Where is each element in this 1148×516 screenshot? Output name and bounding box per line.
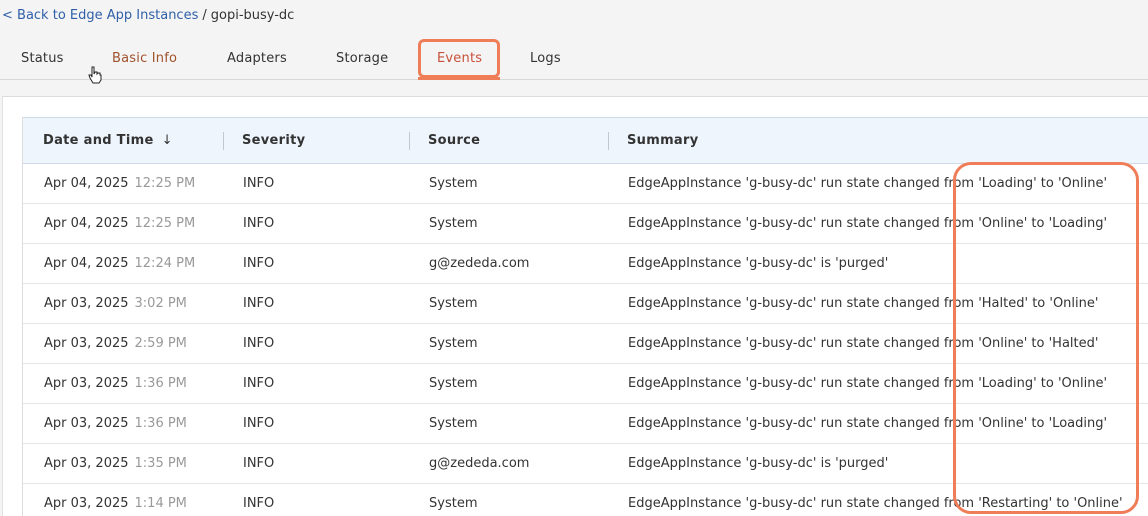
tab-bar: Status Basic Info Adapters Storage Event… [0,40,1148,80]
cell-summary: EdgeAppInstance 'g-busy-dc' run state ch… [628,176,1108,191]
cell-source: System [429,336,478,351]
cell-severity: INFO [243,216,275,231]
cell-time: 1:35 PM [134,456,187,471]
back-link[interactable]: < Back to Edge App Instances [2,8,198,23]
app-root: < Back to Edge App Instances / gopi-busy… [0,0,1148,516]
cell-date: Apr 03, 2025 [44,416,129,431]
cell-time: 12:25 PM [134,216,196,231]
sort-down-icon[interactable]: ↓ [162,133,173,148]
cell-severity: INFO [243,456,275,471]
column-header-summary[interactable]: Summary [627,133,698,148]
table-row[interactable]: Apr 03, 2025 3:02 PM INFO System EdgeAppInst… [23,284,1148,324]
cell-date: Apr 03, 2025 [44,496,129,511]
cell-summary: EdgeAppInstance 'g-busy-dc' run state ch… [628,416,1108,431]
column-header-date[interactable]: Date and Time ↓ [43,133,173,148]
cell-source: System [429,296,478,311]
cell-source: System [429,176,478,191]
cell-date: Apr 03, 2025 [44,336,129,351]
cell-severity: INFO [243,256,275,271]
cell-summary: EdgeAppInstance 'g-busy-dc' run state ch… [628,296,1099,311]
cell-date: Apr 04, 2025 [44,176,129,191]
table-row[interactable]: Apr 03, 2025 1:14 PM INFO System EdgeAppInst… [23,484,1148,516]
cell-source: System [429,216,478,231]
cell-datetime: Apr 03, 2025 1:14 PM [44,496,187,511]
cell-datetime: Apr 03, 2025 3:02 PM [44,296,187,311]
cell-datetime: Apr 03, 2025 1:36 PM [44,416,187,431]
table-row[interactable]: Apr 03, 2025 1:36 PM INFO System EdgeAppInst… [23,364,1148,404]
cell-severity: INFO [243,176,275,191]
table-header: Date and Time ↓ Severity Source Summary [23,117,1148,164]
cell-source: System [429,376,478,391]
cell-summary: EdgeAppInstance 'g-busy-dc' run state ch… [628,376,1108,391]
table-row[interactable]: Apr 03, 2025 1:36 PM INFO System EdgeAppInst… [23,404,1148,444]
cell-time: 1:36 PM [134,416,187,431]
tab-basic-info[interactable]: Basic Info [112,51,177,66]
cell-summary: EdgeAppInstance 'g-busy-dc' is 'purged' [628,456,889,471]
cell-time: 12:25 PM [134,176,196,191]
column-divider [223,132,224,150]
table-row[interactable]: Apr 04, 2025 12:25 PM INFO System EdgeAppIns… [23,204,1148,244]
tab-adapters[interactable]: Adapters [227,51,287,66]
cell-time: 1:36 PM [134,376,187,391]
tab-events[interactable]: Events [437,51,482,66]
cell-datetime: Apr 03, 2025 1:35 PM [44,456,187,471]
tab-logs[interactable]: Logs [530,51,561,66]
cell-date: Apr 03, 2025 [44,456,129,471]
cell-datetime: Apr 04, 2025 12:25 PM [44,216,195,231]
cell-severity: INFO [243,336,275,351]
table-row[interactable]: Apr 04, 2025 12:24 PM INFO g@zededa.com Edge… [23,244,1148,284]
cell-datetime: Apr 03, 2025 2:59 PM [44,336,187,351]
tab-status[interactable]: Status [21,51,64,66]
breadcrumb: < Back to Edge App Instances / gopi-busy… [2,8,294,23]
column-divider [409,132,410,150]
cell-datetime: Apr 03, 2025 1:36 PM [44,376,187,391]
table-row[interactable]: Apr 04, 2025 12:25 PM INFO System EdgeAppIns… [23,164,1148,204]
breadcrumb-separator: / [202,8,207,23]
cell-summary: EdgeAppInstance 'g-busy-dc' run state ch… [628,336,1099,351]
column-header-date-label: Date and Time [43,133,154,148]
tab-storage[interactable]: Storage [336,51,388,66]
cell-source: System [429,416,478,431]
cell-summary: EdgeAppInstance 'g-busy-dc' run state ch… [628,496,1123,511]
cell-time: 12:24 PM [134,256,196,271]
cell-date: Apr 03, 2025 [44,296,129,311]
cell-severity: INFO [243,296,275,311]
column-header-severity[interactable]: Severity [242,133,305,148]
active-tab-indicator [418,77,500,80]
cell-severity: INFO [243,416,275,431]
cell-severity: INFO [243,376,275,391]
cell-source: System [429,496,478,511]
cell-source: g@zededa.com [429,256,530,271]
cell-time: 3:02 PM [134,296,187,311]
cell-source: g@zededa.com [429,456,530,471]
column-divider [608,132,609,150]
column-header-source[interactable]: Source [428,133,480,148]
table-row[interactable]: Apr 03, 2025 1:35 PM INFO g@zededa.com EdgeA… [23,444,1148,484]
cell-summary: EdgeAppInstance 'g-busy-dc' is 'purged' [628,256,889,271]
cell-date: Apr 03, 2025 [44,376,129,391]
table-row[interactable]: Apr 03, 2025 2:59 PM INFO System EdgeAppInst… [23,324,1148,364]
cell-time: 1:14 PM [134,496,187,511]
cell-date: Apr 04, 2025 [44,216,129,231]
cell-time: 2:59 PM [134,336,187,351]
cell-datetime: Apr 04, 2025 12:25 PM [44,176,195,191]
hand-cursor-icon [88,66,102,84]
cell-date: Apr 04, 2025 [44,256,129,271]
cell-severity: INFO [243,496,275,511]
cell-summary: EdgeAppInstance 'g-busy-dc' run state ch… [628,216,1108,231]
breadcrumb-current: gopi-busy-dc [210,8,295,23]
events-table: Date and Time ↓ Severity Source Summary A… [22,117,1148,516]
cell-datetime: Apr 04, 2025 12:24 PM [44,256,195,271]
